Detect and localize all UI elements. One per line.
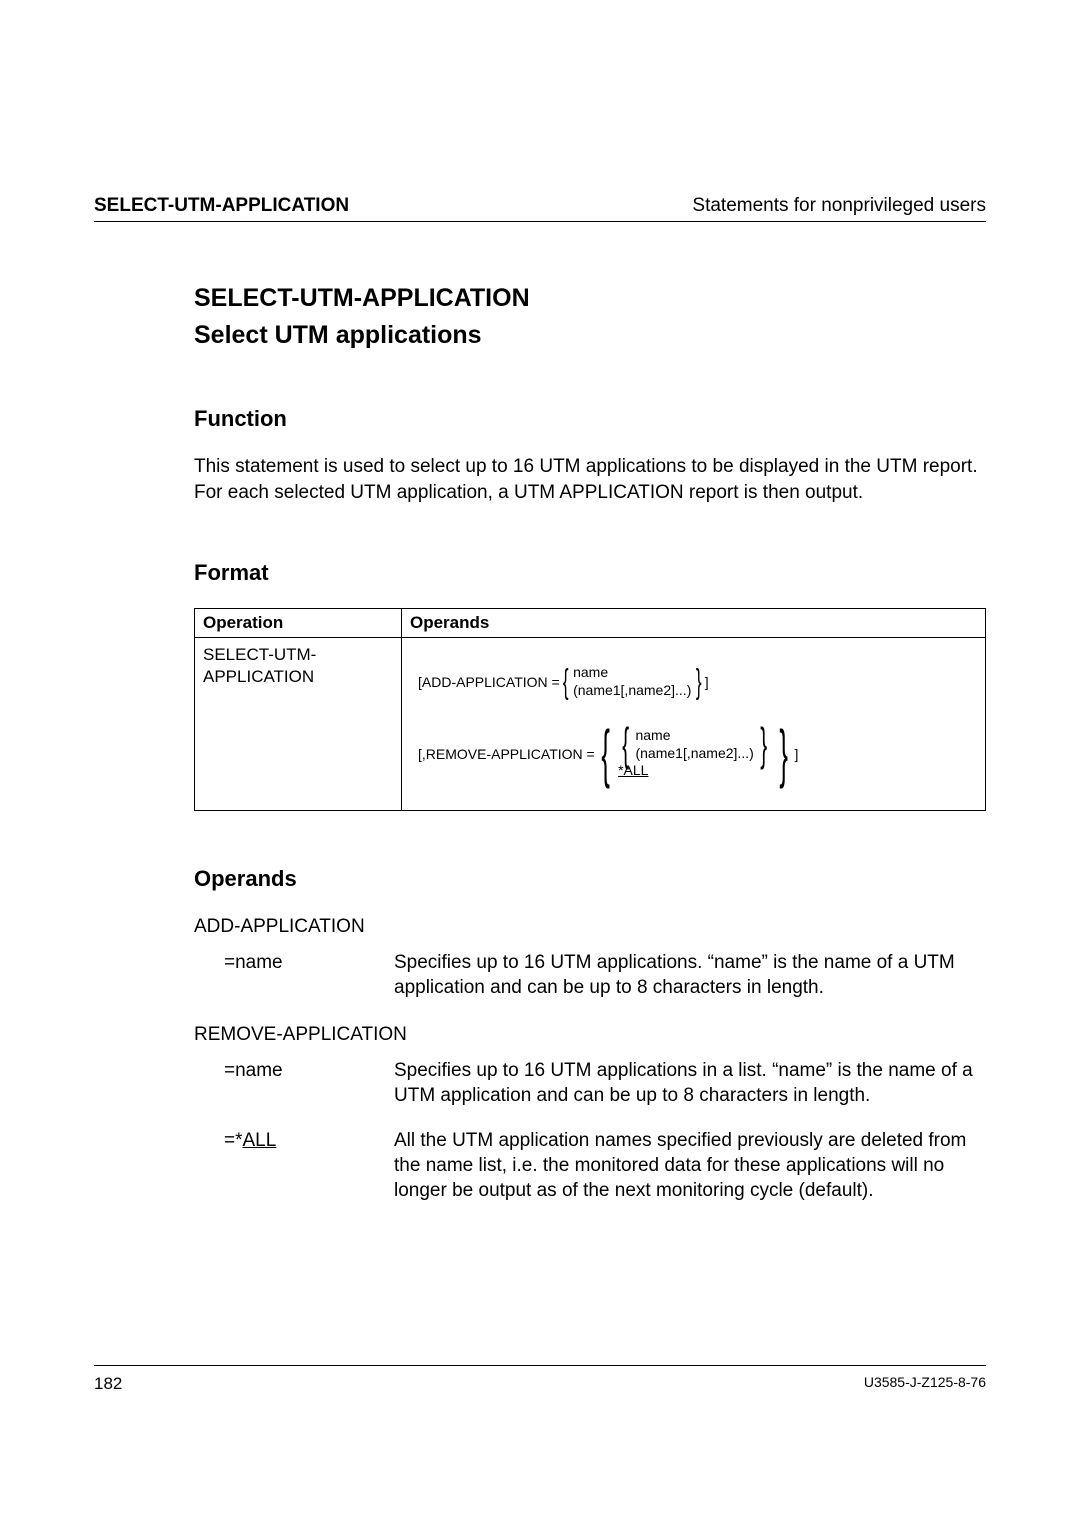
running-header: SELECT-UTM-APPLICATION Statements for no… bbox=[94, 195, 986, 222]
rem-all-term: =*ALL bbox=[224, 1128, 374, 1203]
footer-page-number: 182 bbox=[94, 1370, 122, 1394]
format-table: Operation Operands SELECT-UTM- APPLICATI… bbox=[194, 608, 986, 811]
syntax-row: [,REMOVE-APPLICATION = { { name (name1[,… bbox=[418, 727, 975, 780]
add-param-table: =name Specifies up to 16 UTM application… bbox=[194, 950, 986, 1000]
header-left: SELECT-UTM-APPLICATION bbox=[94, 195, 349, 217]
operation-name-1: SELECT-UTM- bbox=[203, 645, 316, 664]
operation-cell: SELECT-UTM- APPLICATION bbox=[195, 638, 402, 811]
statement-title-2: Select UTM applications bbox=[194, 319, 986, 352]
brace-left-icon: { bbox=[601, 730, 610, 776]
footer-doc-id: U3585-J-Z125-8-76 bbox=[864, 1370, 986, 1394]
rem-outer-options: { name (name1[,name2]...) } *ALL bbox=[616, 727, 773, 780]
remove-application-heading: REMOVE-APPLICATION bbox=[194, 1024, 986, 1046]
operands-syntax-cell: [ADD-APPLICATION = { name (name1[,name2]… bbox=[402, 638, 986, 811]
table-row: SELECT-UTM- APPLICATION [ADD-APPLICATION… bbox=[195, 638, 986, 811]
add-application-heading: ADD-APPLICATION bbox=[194, 916, 986, 938]
add-name-def: Specifies up to 16 UTM applications. “na… bbox=[394, 950, 986, 1000]
remove-param-table: =name Specifies up to 16 UTM application… bbox=[194, 1058, 986, 1203]
page-container: SELECT-UTM-APPLICATION Statements for no… bbox=[0, 0, 1080, 1203]
rem-all-def: All the UTM application names specified … bbox=[394, 1128, 986, 1203]
brace-left-icon: { bbox=[622, 728, 629, 761]
header-right: Statements for nonprivileged users bbox=[692, 195, 986, 217]
syntax-row: [ADD-APPLICATION = { name (name1[,name2]… bbox=[418, 664, 975, 699]
rem-name-def: Specifies up to 16 UTM applications in a… bbox=[394, 1058, 986, 1108]
col-operation: Operation bbox=[195, 609, 402, 638]
content-area: SELECT-UTM-APPLICATION Select UTM applic… bbox=[94, 222, 986, 1203]
add-application-syntax: [ADD-APPLICATION = { name (name1[,name2]… bbox=[412, 650, 975, 713]
add-label: [ADD-APPLICATION = bbox=[418, 674, 560, 690]
rem-all-underline: ALL bbox=[243, 1130, 277, 1151]
brace-left-icon: { bbox=[563, 670, 569, 694]
rem-opt2: (name1[,name2]...) bbox=[635, 745, 753, 763]
col-operands: Operands bbox=[402, 609, 986, 638]
remove-application-syntax: [,REMOVE-APPLICATION = { { name (name1[,… bbox=[412, 713, 975, 794]
add-close: ] bbox=[705, 674, 709, 690]
operands-heading: Operands bbox=[194, 866, 986, 892]
brace-right-icon: } bbox=[696, 670, 702, 694]
page-footer: 182 U3585-J-Z125-8-76 bbox=[94, 1365, 986, 1394]
add-name-term: =name bbox=[224, 950, 374, 1000]
add-opt1: name bbox=[573, 664, 691, 682]
brace-right-icon: } bbox=[780, 730, 789, 776]
add-opt2: (name1[,name2]...) bbox=[573, 682, 691, 700]
format-heading: Format bbox=[194, 560, 986, 586]
syntax-subrow: { name (name1[,name2]...) } bbox=[618, 727, 771, 762]
function-body: This statement is used to select up to 1… bbox=[194, 454, 986, 505]
rem-opt3: *ALL bbox=[618, 762, 771, 780]
add-options: name (name1[,name2]...) bbox=[571, 664, 693, 699]
rem-inner-options: name (name1[,name2]...) bbox=[633, 727, 755, 762]
table-header-row: Operation Operands bbox=[195, 609, 986, 638]
statement-title-1: SELECT-UTM-APPLICATION bbox=[194, 282, 986, 315]
rem-close: ] bbox=[795, 746, 799, 762]
rem-opt1: name bbox=[635, 727, 753, 745]
rem-label: [,REMOVE-APPLICATION = bbox=[418, 746, 595, 762]
function-heading: Function bbox=[194, 406, 986, 432]
brace-right-icon: } bbox=[760, 728, 767, 761]
rem-name-term: =name bbox=[224, 1058, 374, 1108]
operation-name-2: APPLICATION bbox=[203, 667, 314, 686]
